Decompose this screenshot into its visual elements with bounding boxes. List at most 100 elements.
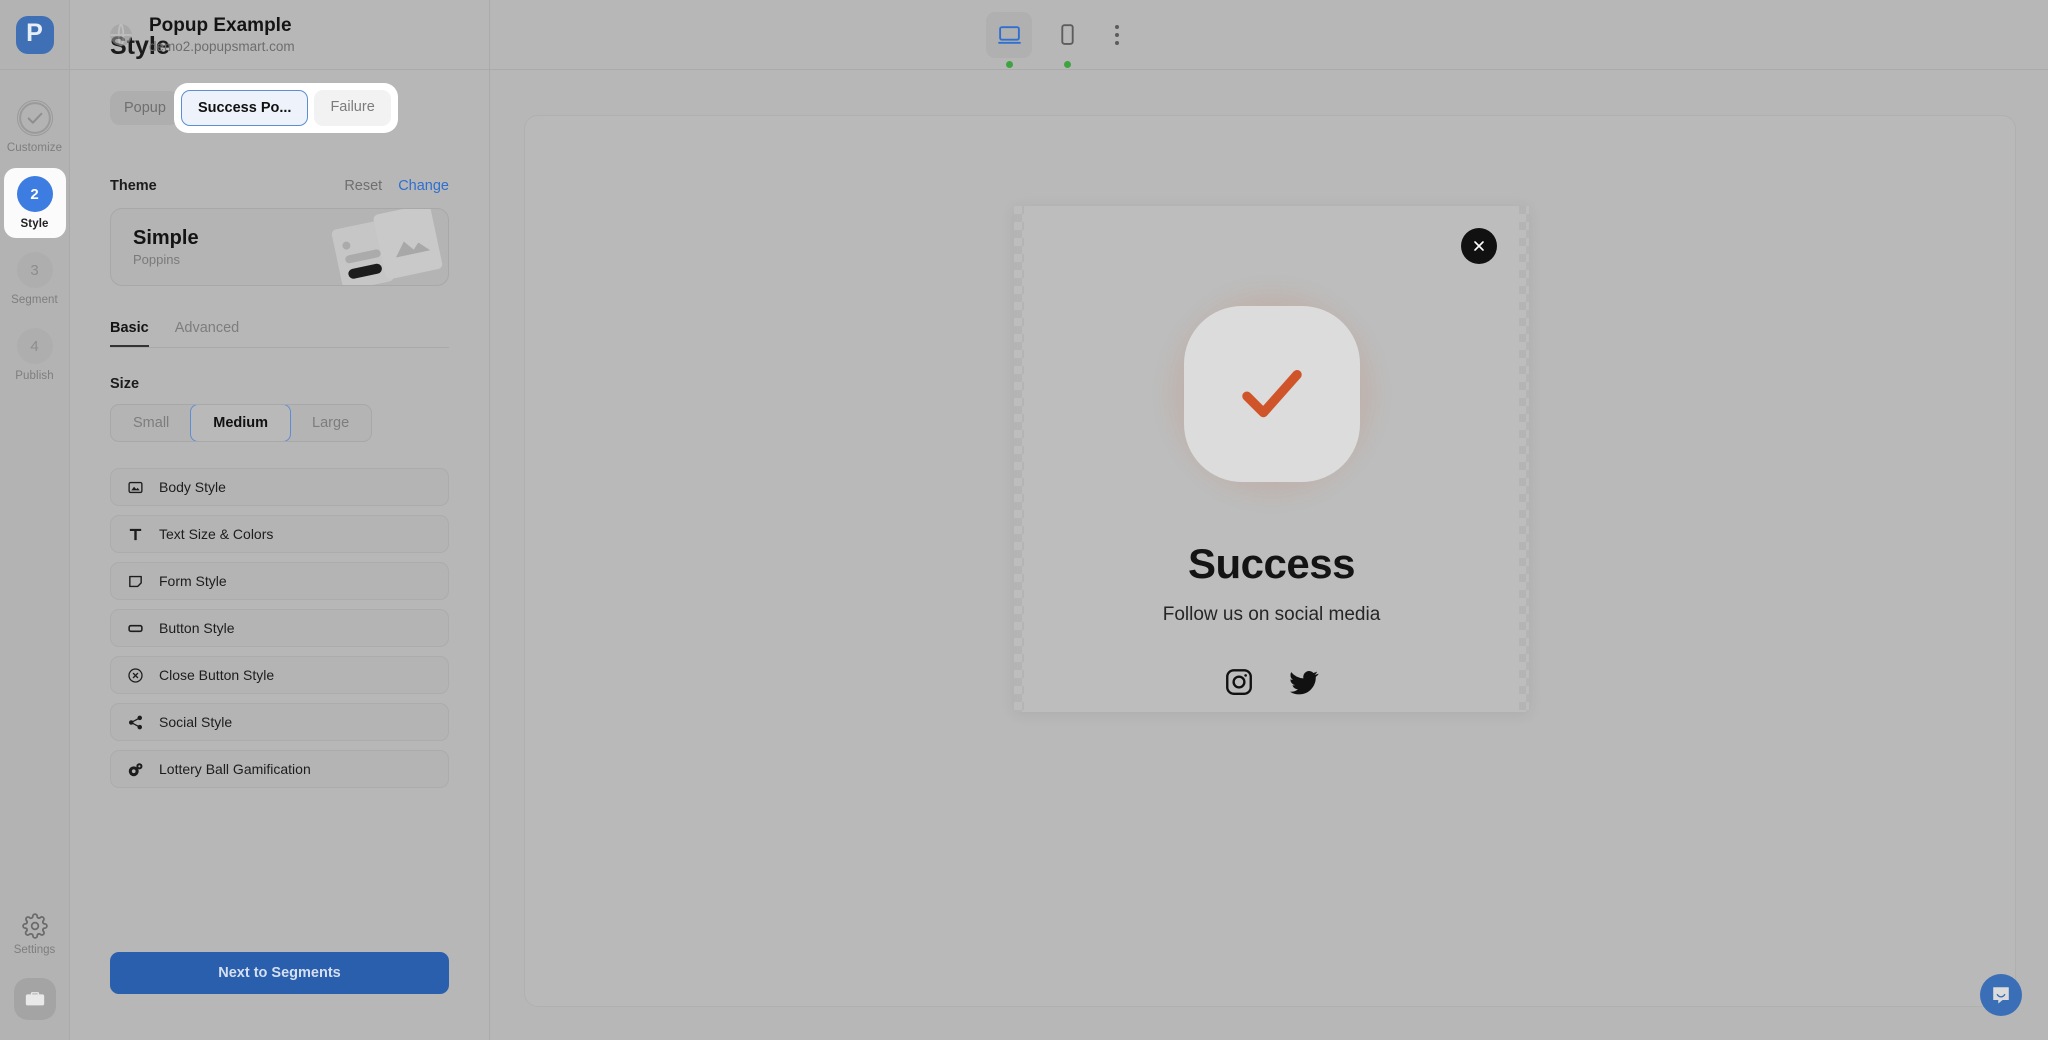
size-option-small[interactable]: Small <box>111 405 191 441</box>
site-info[interactable]: Popup Example demo2.popupsmart.com <box>70 15 295 54</box>
button-icon <box>126 619 144 637</box>
tab-advanced[interactable]: Advanced <box>175 320 240 347</box>
success-check-container <box>1156 279 1387 509</box>
form-icon <box>126 572 144 590</box>
theme-reset-link[interactable]: Reset <box>344 178 382 194</box>
check-circle-icon <box>18 102 51 134</box>
close-circle-icon <box>126 666 144 684</box>
chat-widget-button[interactable] <box>1980 974 2022 1016</box>
social-links <box>1224 666 1320 703</box>
workspace-button[interactable] <box>13 978 56 1020</box>
briefcase-icon <box>25 992 44 1006</box>
next-to-segments-button[interactable]: Next to Segments <box>110 952 449 994</box>
option-close-button-style[interactable]: Close Button Style <box>110 656 449 694</box>
kebab-dot <box>1115 32 1119 37</box>
style-panel: Style Popup Success Po... Failure Theme … <box>70 0 490 1040</box>
gear-icon <box>21 913 48 939</box>
kebab-dot <box>1115 40 1119 45</box>
close-icon <box>1474 241 1484 251</box>
left-rail: P Customize 2 Style 3 Segment 4 Publish … <box>0 0 70 1040</box>
popup-preview[interactable]: Success Follow us on social media <box>1014 206 1529 712</box>
theme-change-link[interactable]: Change <box>398 178 449 194</box>
chat-bubble-icon <box>1993 987 2009 1004</box>
sidebar-step-segment[interactable]: 3 Segment <box>4 244 66 314</box>
site-text: Popup Example demo2.popupsmart.com <box>149 15 295 54</box>
step-badge-segment: 3 <box>16 252 53 288</box>
popup-close-button[interactable] <box>1461 228 1497 264</box>
option-lottery-ball-gamification[interactable]: Lottery Ball Gamification <box>110 750 449 788</box>
topbar: Popup Example demo2.popupsmart.com <box>70 0 2048 70</box>
step-badge-style: 2 <box>16 176 53 212</box>
mobile-status-dot <box>1063 60 1071 68</box>
option-label: Social Style <box>159 714 233 730</box>
theme-card-text: Simple Poppins <box>133 227 199 267</box>
option-button-style[interactable]: Button Style <box>110 609 449 647</box>
social-instagram-link[interactable] <box>1224 667 1254 702</box>
option-social-style[interactable]: Social Style <box>110 703 449 741</box>
app-root: P Customize 2 Style 3 Segment 4 Publish … <box>0 0 2048 1040</box>
desktop-status-dot <box>1005 60 1013 68</box>
tab-popup[interactable]: Popup <box>110 91 180 125</box>
option-label: Close Button Style <box>159 667 275 683</box>
theme-label: Theme <box>110 178 157 194</box>
theme-font: Poppins <box>133 252 180 267</box>
theme-actions: Reset Change <box>344 178 449 194</box>
option-label: Body Style <box>159 479 226 495</box>
size-option-medium[interactable]: Medium <box>190 405 292 441</box>
sidebar-step-publish[interactable]: 4 Publish <box>4 320 66 390</box>
theme-name: Simple <box>133 227 199 249</box>
popup-title: Success <box>1188 540 1355 587</box>
theme-card[interactable]: Simple Poppins <box>110 208 449 286</box>
size-toggle-group: Small Medium Large <box>110 404 373 442</box>
site-name: Popup Example <box>149 15 292 37</box>
instagram-icon <box>1225 669 1252 695</box>
option-label: Form Style <box>159 573 227 589</box>
tab-pill-group: Success Po... Failure <box>173 83 398 133</box>
share-icon <box>126 713 144 731</box>
step-label-segment: Segment <box>11 294 58 306</box>
sidebar-item-settings[interactable]: Settings <box>14 913 55 956</box>
popup-subtitle: Follow us on social media <box>1162 604 1381 625</box>
desktop-icon <box>997 26 1021 44</box>
tab-basic[interactable]: Basic <box>110 320 149 347</box>
site-url: demo2.popupsmart.com <box>149 38 295 54</box>
logo-container[interactable]: P <box>0 0 70 70</box>
device-toggle-group <box>986 11 1132 68</box>
style-options-list: Body Style Text Size & Colors Form Style <box>110 468 449 788</box>
kebab-dot <box>1115 24 1119 29</box>
option-label: Lottery Ball Gamification <box>159 761 311 777</box>
sidebar-step-style[interactable]: 2 Style <box>3 168 66 238</box>
step-label-customize: Customize <box>6 142 63 154</box>
option-form-style[interactable]: Form Style <box>110 562 449 600</box>
social-twitter-link[interactable] <box>1288 666 1320 703</box>
more-options-button[interactable] <box>1102 12 1132 58</box>
rail-bottom: Settings <box>13 913 56 1040</box>
step-nav: Customize 2 Style 3 Segment 4 Publish <box>0 92 69 396</box>
option-label: Button Style <box>159 620 235 636</box>
step-badge-publish: 4 <box>16 328 53 364</box>
popupsmart-logo: P <box>15 15 54 54</box>
image-icon <box>126 478 144 496</box>
text-icon <box>126 525 144 543</box>
tab-success-popup[interactable]: Success Po... <box>180 90 309 126</box>
size-option-large[interactable]: Large <box>290 405 371 441</box>
option-label: Text Size & Colors <box>159 526 274 542</box>
popup-body: Success Follow us on social media <box>1024 206 1519 712</box>
globe-icon <box>110 22 132 47</box>
check-icon <box>1241 369 1302 418</box>
size-label: Size <box>110 376 140 392</box>
basic-advanced-tabs: Basic Advanced <box>110 320 449 348</box>
popup-state-tabs: Popup Success Po... Failure <box>110 80 449 136</box>
step-label-style: Style <box>20 218 49 230</box>
tab-failure[interactable]: Failure <box>314 90 391 126</box>
option-text-size-colors[interactable]: Text Size & Colors <box>110 515 449 553</box>
device-mobile-button[interactable] <box>1044 12 1090 68</box>
theme-section-header: Theme Reset Change <box>110 178 449 194</box>
theme-preview-thumbnail <box>331 209 443 285</box>
device-desktop-button[interactable] <box>986 11 1032 68</box>
step-label-publish: Publish <box>15 370 54 382</box>
option-body-style[interactable]: Body Style <box>110 468 449 506</box>
lottery-ball-icon <box>126 760 144 778</box>
check-tile <box>1183 306 1360 482</box>
sidebar-step-customize[interactable]: Customize <box>4 92 66 162</box>
